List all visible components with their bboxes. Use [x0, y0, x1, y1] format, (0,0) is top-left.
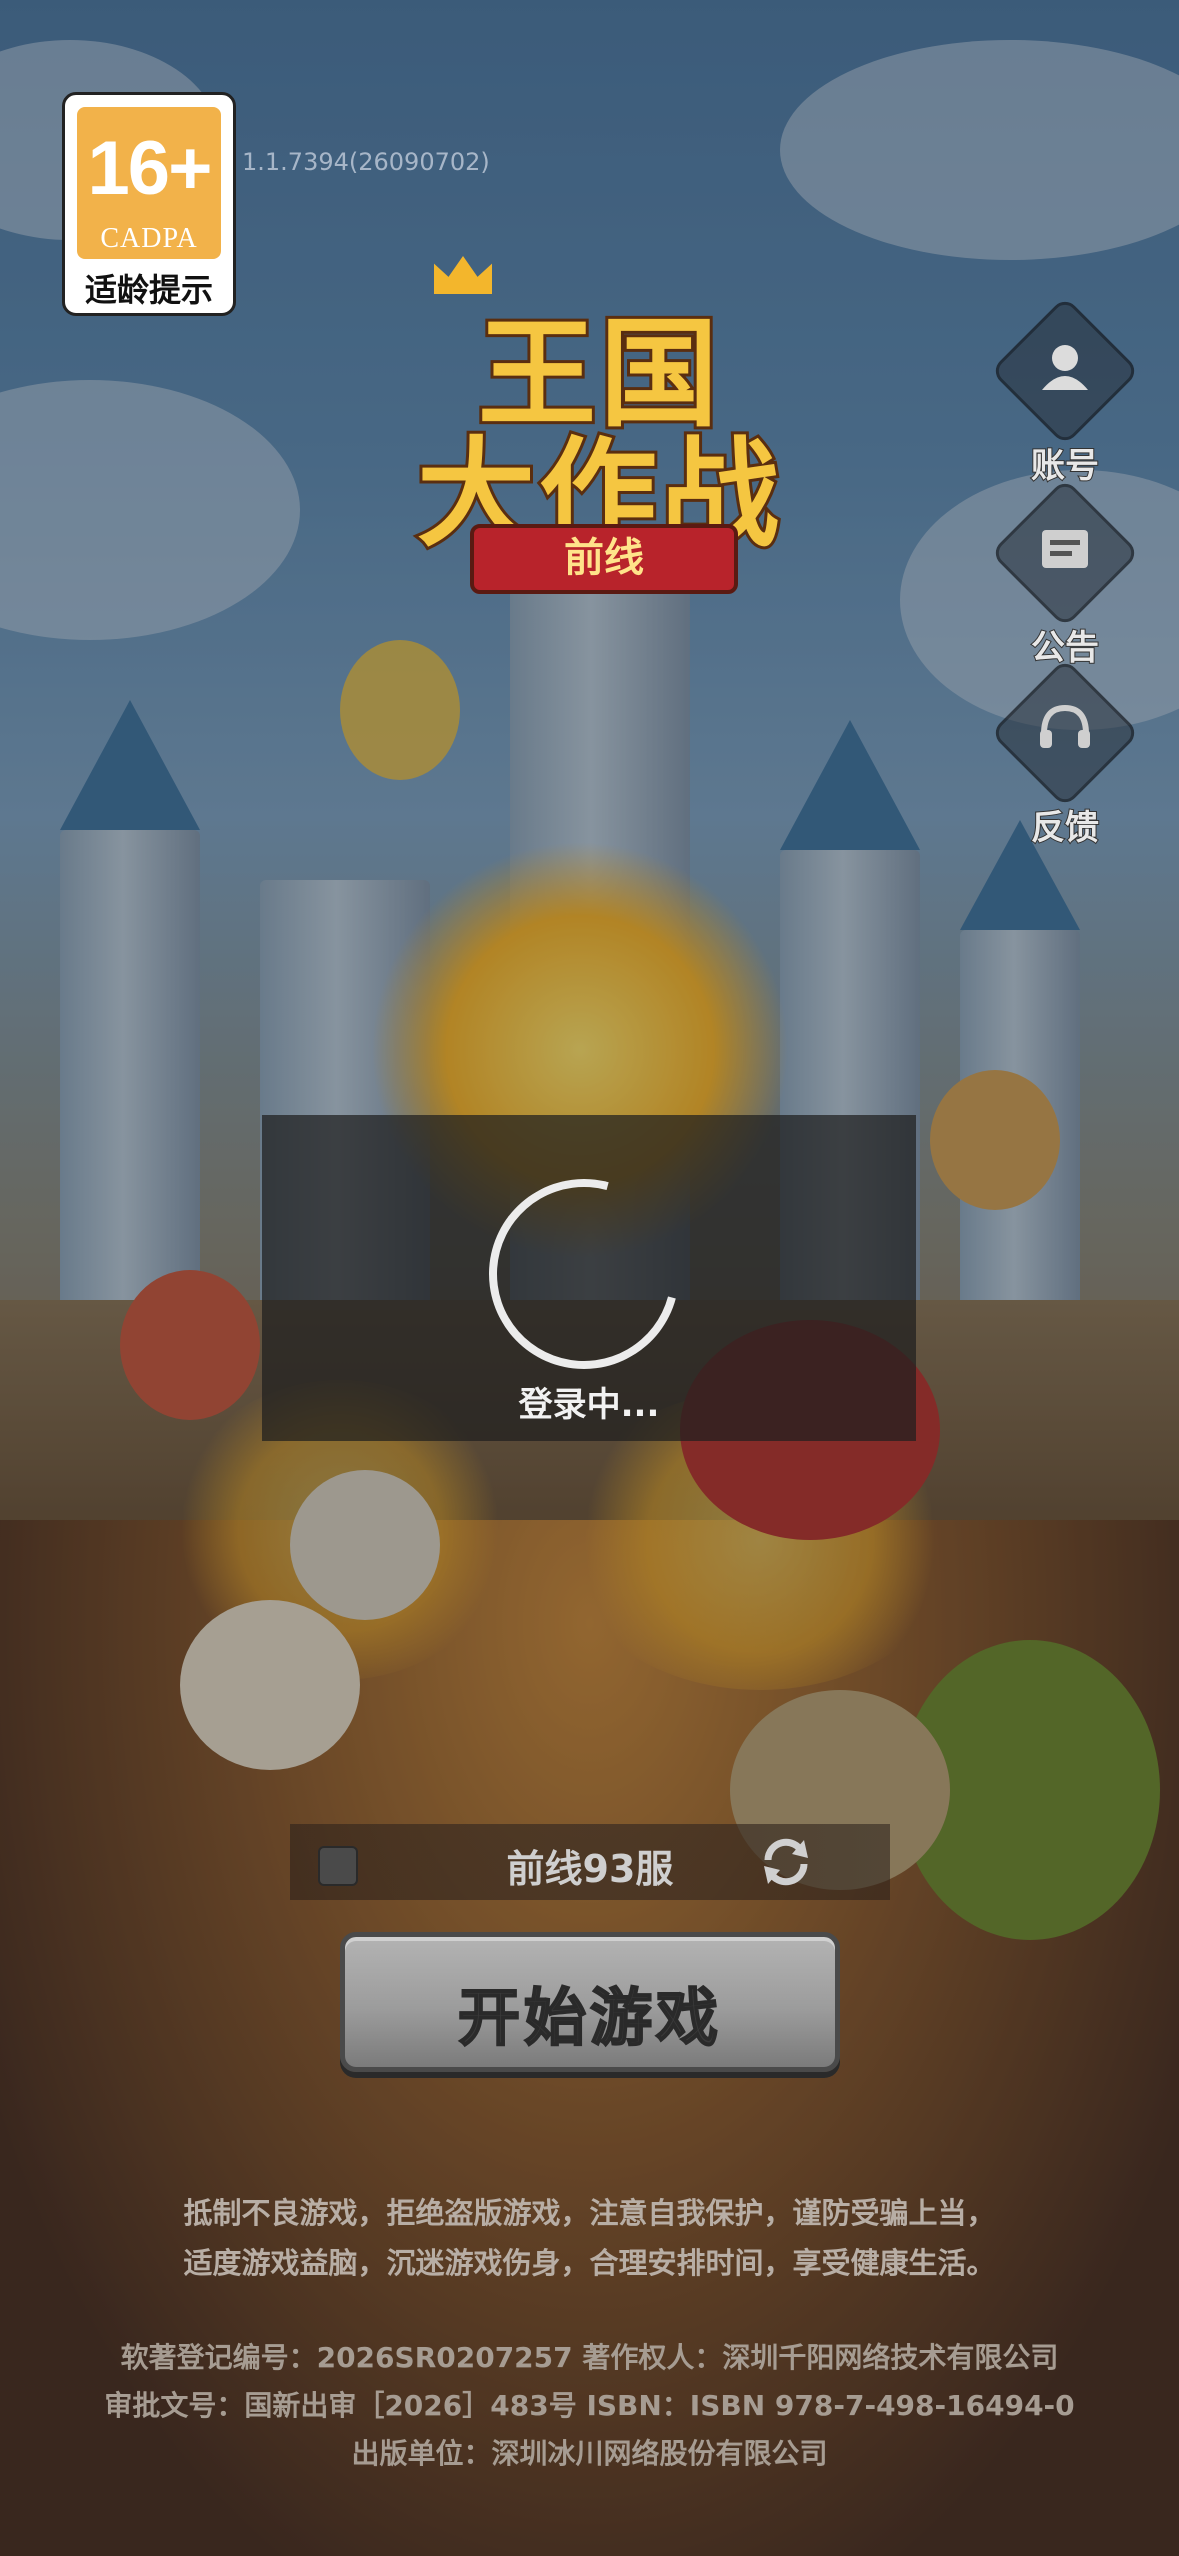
user-icon	[1042, 345, 1088, 390]
logo-ribbon: 前线	[470, 524, 738, 594]
age-rating-tile: 16+ CADPA	[77, 107, 221, 259]
age-rating-tip: 适龄提示	[84, 271, 213, 309]
announcement-label: 公告	[1030, 627, 1100, 669]
account-label: 账号	[1030, 445, 1100, 487]
age-rating-number: 16+	[87, 126, 213, 211]
copyright-approval: 审批文号：国新出审［2026］483号 ISBN：ISBN 978-7-498-…	[104, 2389, 1075, 2422]
age-rating-badge[interactable]: 16+ CADPA 适龄提示	[62, 92, 236, 316]
announcement-button[interactable]: 公告	[990, 478, 1140, 669]
loading-spinner-icon	[454, 1144, 714, 1404]
headset-icon	[1040, 704, 1090, 748]
server-selector[interactable]: 前线93服	[290, 1824, 890, 1900]
version-label: 1.1.7394(26090702)	[242, 148, 490, 176]
notice-board-icon	[1042, 530, 1088, 568]
copyright-publisher: 出版单位：深圳冰川网络股份有限公司	[351, 2437, 828, 2470]
game-logo: 王国 大作战 前线	[390, 250, 810, 594]
copyright-registration: 软著登记编号：2026SR0207257 著作权人：深圳千阳网络技术有限公司	[120, 2341, 1059, 2374]
start-game-button[interactable]: 开始游戏	[340, 1932, 840, 2072]
feedback-button[interactable]: 反馈	[990, 658, 1140, 849]
loading-text: 登录中...	[518, 1385, 660, 1425]
health-notice-line2: 适度游戏益脑，沉迷游戏伤身，合理安排时间，享受健康生活。	[183, 2246, 996, 2280]
feedback-label: 反馈	[1030, 807, 1100, 849]
start-game-label: 开始游戏	[457, 1980, 722, 2055]
health-notice-line1: 抵制不良游戏，拒绝盗版游戏，注意自我保护，谨防受骗上当，	[183, 2196, 996, 2230]
account-button[interactable]: 账号	[990, 296, 1140, 487]
switch-server-icon[interactable]	[758, 1834, 814, 1890]
age-rating-org: CADPA	[100, 223, 198, 254]
login-loading-overlay: 登录中...	[262, 1115, 916, 1441]
